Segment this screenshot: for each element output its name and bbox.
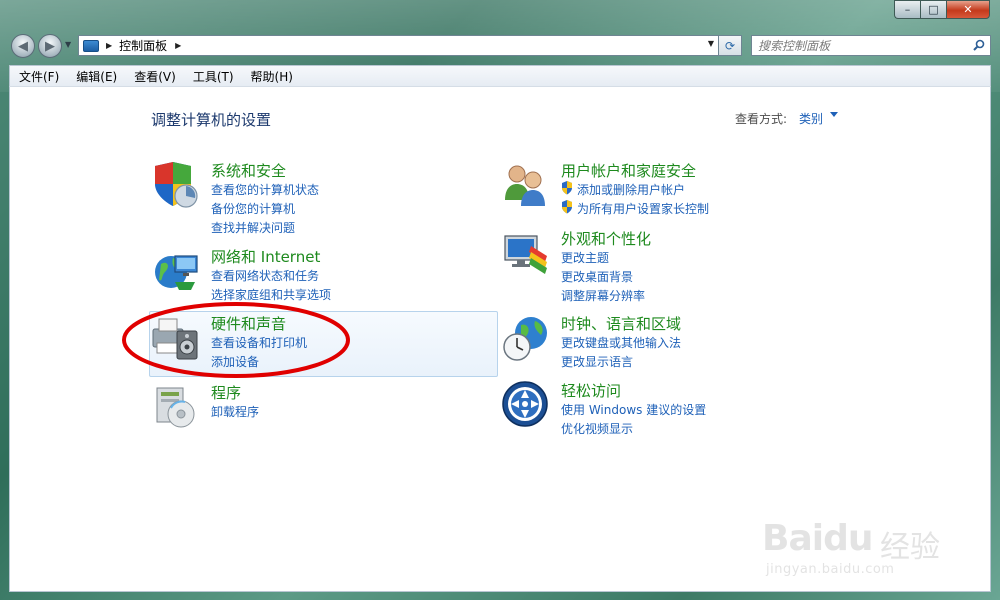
category-title[interactable]: 用户帐户和家庭安全	[561, 160, 696, 181]
link-view-computer-status[interactable]: 查看您的计算机状态	[211, 181, 319, 198]
link-change-keyboard[interactable]: 更改键盘或其他输入法	[561, 334, 681, 351]
category-title[interactable]: 时钟、语言和区域	[561, 313, 681, 334]
refresh-button[interactable]: ⟳	[719, 35, 742, 56]
link-adjust-resolution[interactable]: 调整屏幕分辨率	[561, 287, 645, 304]
link-add-remove-accounts[interactable]: 添加或删除用户帐户	[577, 181, 685, 198]
view-by-label: 查看方式:	[735, 112, 788, 126]
caption-buttons: – □ ✕	[894, 0, 990, 19]
back-button[interactable]: ◀	[11, 34, 35, 58]
breadcrumb-control-panel[interactable]: 控制面板	[119, 37, 167, 54]
category-title[interactable]: 硬件和声音	[211, 313, 286, 334]
ease-of-access-icon[interactable]	[501, 380, 551, 430]
link-parental-controls[interactable]: 为所有用户设置家长控制	[577, 200, 709, 217]
control-panel-window: – □ ✕ ◀ ▶ ▼ ▶ 控制面板 ▶ ▼ ⟳ 文件(F) 编辑(E) 查看(…	[0, 0, 1000, 600]
menu-file[interactable]: 文件(F)	[10, 68, 67, 85]
search-box[interactable]	[751, 35, 991, 56]
chevron-down-icon[interactable]	[830, 112, 838, 117]
clock-globe-icon[interactable]	[501, 313, 551, 363]
menu-view[interactable]: 查看(V)	[125, 68, 184, 85]
link-uninstall-program[interactable]: 卸载程序	[211, 403, 259, 420]
refresh-icon: ⟳	[724, 38, 736, 53]
link-recommended-settings[interactable]: 使用 Windows 建议的设置	[561, 401, 706, 418]
link-find-fix-problems[interactable]: 查找并解决问题	[211, 219, 295, 236]
hover-highlight	[149, 311, 498, 377]
forward-button[interactable]: ▶	[38, 34, 62, 58]
category-title[interactable]: 系统和安全	[211, 160, 286, 181]
arrow-right-icon: ▶	[45, 38, 55, 54]
breadcrumb-chevron-icon[interactable]: ▶	[106, 41, 112, 50]
page-title: 调整计算机的设置	[151, 111, 272, 129]
watermark-suffix: 经验	[880, 530, 940, 565]
watermark-brand: Baidu	[762, 518, 873, 559]
uac-shield-icon	[562, 200, 572, 214]
control-panel-icon	[83, 39, 99, 52]
link-change-theme[interactable]: 更改主题	[561, 249, 609, 266]
monitor-palette-icon[interactable]	[501, 228, 551, 278]
link-change-desktop-background[interactable]: 更改桌面背景	[561, 268, 633, 285]
category-title[interactable]: 程序	[211, 382, 241, 403]
address-dropdown-icon[interactable]: ▼	[708, 39, 714, 48]
category-title[interactable]: 外观和个性化	[561, 228, 651, 249]
address-bar[interactable]: ▶ 控制面板 ▶ ▼	[78, 35, 719, 56]
link-view-network-status[interactable]: 查看网络状态和任务	[211, 267, 319, 284]
view-by-dropdown[interactable]: 类别	[799, 110, 823, 127]
menu-help[interactable]: 帮助(H)	[242, 68, 301, 85]
baidu-watermark: Baidu 经验 jingyan.baidu.com	[762, 490, 952, 590]
shield-icon[interactable]	[151, 160, 201, 210]
link-optimize-visual-display[interactable]: 优化视频显示	[561, 420, 633, 437]
maximize-button[interactable]: □	[920, 0, 946, 19]
users-icon[interactable]	[501, 160, 551, 210]
minimize-button[interactable]: –	[894, 0, 920, 19]
menu-tools[interactable]: 工具(T)	[184, 68, 242, 85]
category-title[interactable]: 网络和 Internet	[211, 246, 320, 267]
globe-network-icon[interactable]	[151, 246, 201, 296]
menu-bar: 文件(F) 编辑(E) 查看(V) 工具(T) 帮助(H)	[9, 65, 991, 87]
breadcrumb-chevron-icon[interactable]: ▶	[175, 41, 181, 50]
link-backup-computer[interactable]: 备份您的计算机	[211, 200, 295, 217]
category-title[interactable]: 轻松访问	[561, 380, 621, 401]
search-icon[interactable]	[973, 39, 985, 51]
programs-icon[interactable]	[151, 382, 201, 432]
uac-shield-icon	[562, 181, 572, 195]
watermark-url: jingyan.baidu.com	[766, 562, 895, 577]
close-button[interactable]: ✕	[946, 0, 990, 19]
menu-edit[interactable]: 编辑(E)	[67, 68, 125, 85]
link-add-device[interactable]: 添加设备	[211, 353, 259, 370]
printer-speaker-icon[interactable]	[151, 313, 201, 363]
link-view-devices-printers[interactable]: 查看设备和打印机	[211, 334, 307, 351]
link-homegroup-sharing[interactable]: 选择家庭组和共享选项	[211, 286, 331, 303]
recent-pages-dropdown[interactable]: ▼	[65, 40, 71, 49]
arrow-left-icon: ◀	[18, 38, 28, 54]
search-input[interactable]	[758, 37, 958, 54]
link-change-display-language[interactable]: 更改显示语言	[561, 353, 633, 370]
